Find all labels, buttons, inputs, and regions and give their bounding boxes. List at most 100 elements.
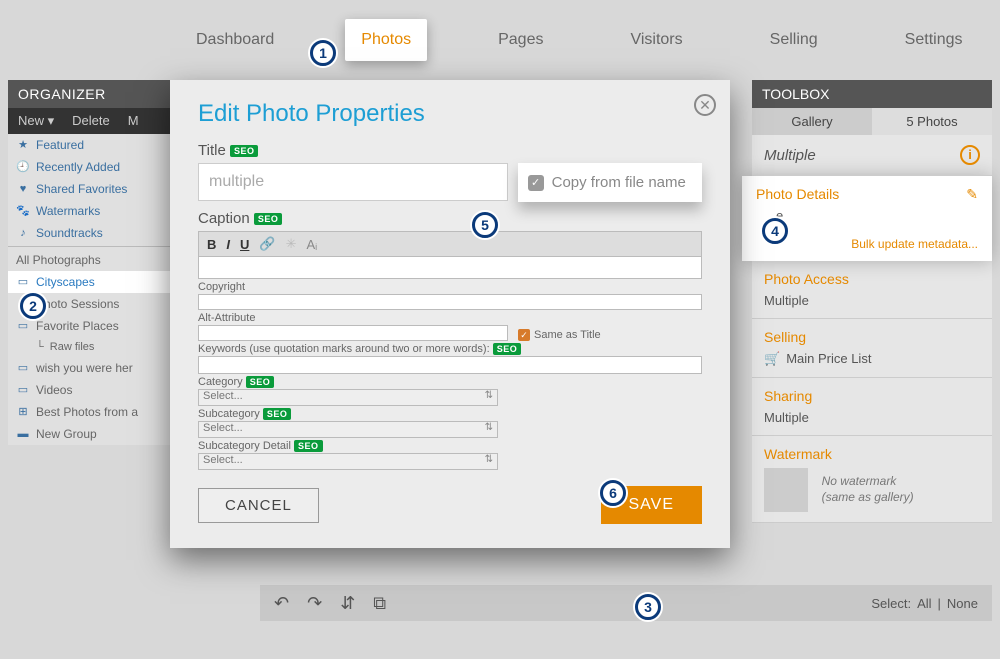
bold-icon[interactable]: B [207,237,216,252]
sidebar-item-label: Watermarks [36,204,100,218]
sidebar-item-label: New Group [36,427,97,441]
photo-details-sub: e [776,208,978,223]
close-icon[interactable]: ✕ [694,94,716,116]
toolbox-access[interactable]: Photo Access Multiple [752,261,992,319]
music-icon: ♪ [16,226,30,240]
subcat-detail-select[interactable]: Select... [198,453,498,470]
annotation-6: 6 [600,480,626,506]
nav-dashboard[interactable]: Dashboard [180,19,290,61]
copyright-input[interactable] [198,294,702,310]
clock-icon: 🕘 [16,160,30,174]
toolbox-selling[interactable]: Selling 🛒Main Price List [752,319,992,378]
keywords-label: Keywords (use quotation marks around two… [198,343,702,355]
keywords-input[interactable] [198,356,702,374]
folder-icon: ▬ [16,427,30,441]
organizer-soundtracks[interactable]: ♪ Soundtracks [8,222,188,244]
gallery-icon: ▭ [16,383,30,397]
fit-icon[interactable]: ⇵ [340,593,355,614]
organizer-more-button[interactable]: M [128,113,139,129]
unlink-icon[interactable]: ✳ [286,236,297,252]
alt-input[interactable] [198,325,508,341]
organizer-gallery-raw-files[interactable]: └ Raw files [8,337,188,357]
organizer-watermarks[interactable]: 🐾Watermarks [8,200,188,222]
select-label: Select: [871,596,911,611]
title-input[interactable] [198,163,508,201]
checkbox-icon: ✓ [518,329,530,341]
organizer-recently-added[interactable]: 🕘 Recently Added [8,156,188,178]
cancel-button[interactable]: CANCEL [198,488,319,523]
annotation-5: 5 [472,212,498,238]
toolbox-tab-gallery[interactable]: Gallery [752,108,872,135]
organizer-panel: ORGANIZER New ▾ Delete M ★Featured 🕘 Rece… [8,80,188,445]
organizer-gallery-cityscapes[interactable]: ▭Cityscapes [8,271,188,293]
title-label: Title SEO [198,142,702,159]
redo-icon[interactable]: ↷ [307,593,322,614]
subcategory-label: Subcategory SEO [198,408,702,420]
nav-pages[interactable]: Pages [482,19,559,61]
organizer-list: ★Featured 🕘 Recently Added ♥ Shared Favori… [8,134,188,445]
code-icon[interactable]: ⧉ [373,593,386,614]
info-icon[interactable]: i [960,145,980,165]
undo-icon[interactable]: ↶ [274,593,289,614]
grid-icon: ⊞ [16,405,30,419]
organizer-header: ORGANIZER [8,80,188,108]
toolbox-tabs: Gallery 5 Photos [752,108,992,135]
pencil-icon[interactable]: ✎ [966,186,978,203]
sidebar-item-label: Recently Added [36,160,120,174]
annotation-2: 2 [20,293,46,319]
caption-input[interactable] [198,257,702,279]
modal-heading: Edit Photo Properties [198,100,702,128]
sidebar-item-label: Raw files [50,341,95,353]
toolbox-watermark[interactable]: Watermark No watermark (same as gallery) [752,436,992,523]
nav-visitors[interactable]: Visitors [614,19,698,61]
sidebar-item-label: Shared Favorites [36,182,127,196]
toolbox-panel: TOOLBOX Gallery 5 Photos Multiple i Phot… [752,80,992,523]
watermark-thumbnail [764,468,808,512]
format-icon[interactable]: Aᵢ [307,237,318,252]
sidebar-item-label: Featured [36,138,84,152]
organizer-new-button[interactable]: New ▾ [18,113,54,129]
organizer-featured[interactable]: ★Featured [8,134,188,156]
heart-icon: ♥ [16,182,30,196]
seo-badge: SEO [294,440,323,452]
copy-from-filename[interactable]: ✓Copy from file name [518,163,702,202]
bulk-update-link[interactable]: Bulk update metadata... [756,237,978,251]
sidebar-item-label: Videos [36,383,72,397]
organizer-all-photographs[interactable]: All Photographs [8,249,188,271]
sidebar-item-label: Favorite Places [36,319,119,333]
sidebar-item-label: Soundtracks [36,226,103,240]
watermark-header: Watermark [764,446,980,462]
annotation-3: 3 [635,594,661,620]
nav-photos[interactable]: Photos [345,19,427,61]
category-select[interactable]: Select... [198,389,498,406]
toolbox-sharing[interactable]: Sharing Multiple [752,378,992,436]
toolbox-tab-photos[interactable]: 5 Photos [872,108,992,135]
organizer-gallery-new-group[interactable]: ▬ New Group [8,423,188,445]
sharing-value: Multiple [764,410,980,425]
organizer-delete-button[interactable]: Delete [72,113,110,129]
category-label: Category SEO [198,376,702,388]
watermark-text: No watermark (same as gallery) [822,474,914,505]
select-none-button[interactable]: None [947,596,978,611]
italic-icon[interactable]: I [226,237,230,252]
seo-badge: SEO [230,145,259,157]
link-icon[interactable]: 🔗 [259,236,275,252]
nav-selling[interactable]: Selling [754,19,834,61]
selling-header: Selling [764,329,980,345]
toolbox-header: TOOLBOX [752,80,992,108]
bottom-toolbar: ↶ ↷ ⇵ ⧉ Select: All | None [260,585,992,621]
nav-settings[interactable]: Settings [889,19,979,61]
photo-access-value: Multiple [764,293,980,308]
same-as-title-checkbox[interactable]: ✓Same as Title [518,326,601,341]
organizer-gallery-videos[interactable]: ▭ Videos [8,379,188,401]
underline-icon[interactable]: U [240,237,249,252]
seo-badge: SEO [493,343,522,355]
organizer-gallery-best[interactable]: ⊞ Best Photos from a [8,401,188,423]
select-all-button[interactable]: All [917,596,931,611]
organizer-shared-favorites[interactable]: ♥ Shared Favorites [8,178,188,200]
sidebar-item-label: Best Photos from a [36,405,138,419]
annotation-4: 4 [762,218,788,244]
subcategory-select[interactable]: Select... [198,421,498,438]
organizer-gallery-wish[interactable]: ▭wish you were her [8,357,188,379]
gallery-icon: ▭ [16,361,30,375]
